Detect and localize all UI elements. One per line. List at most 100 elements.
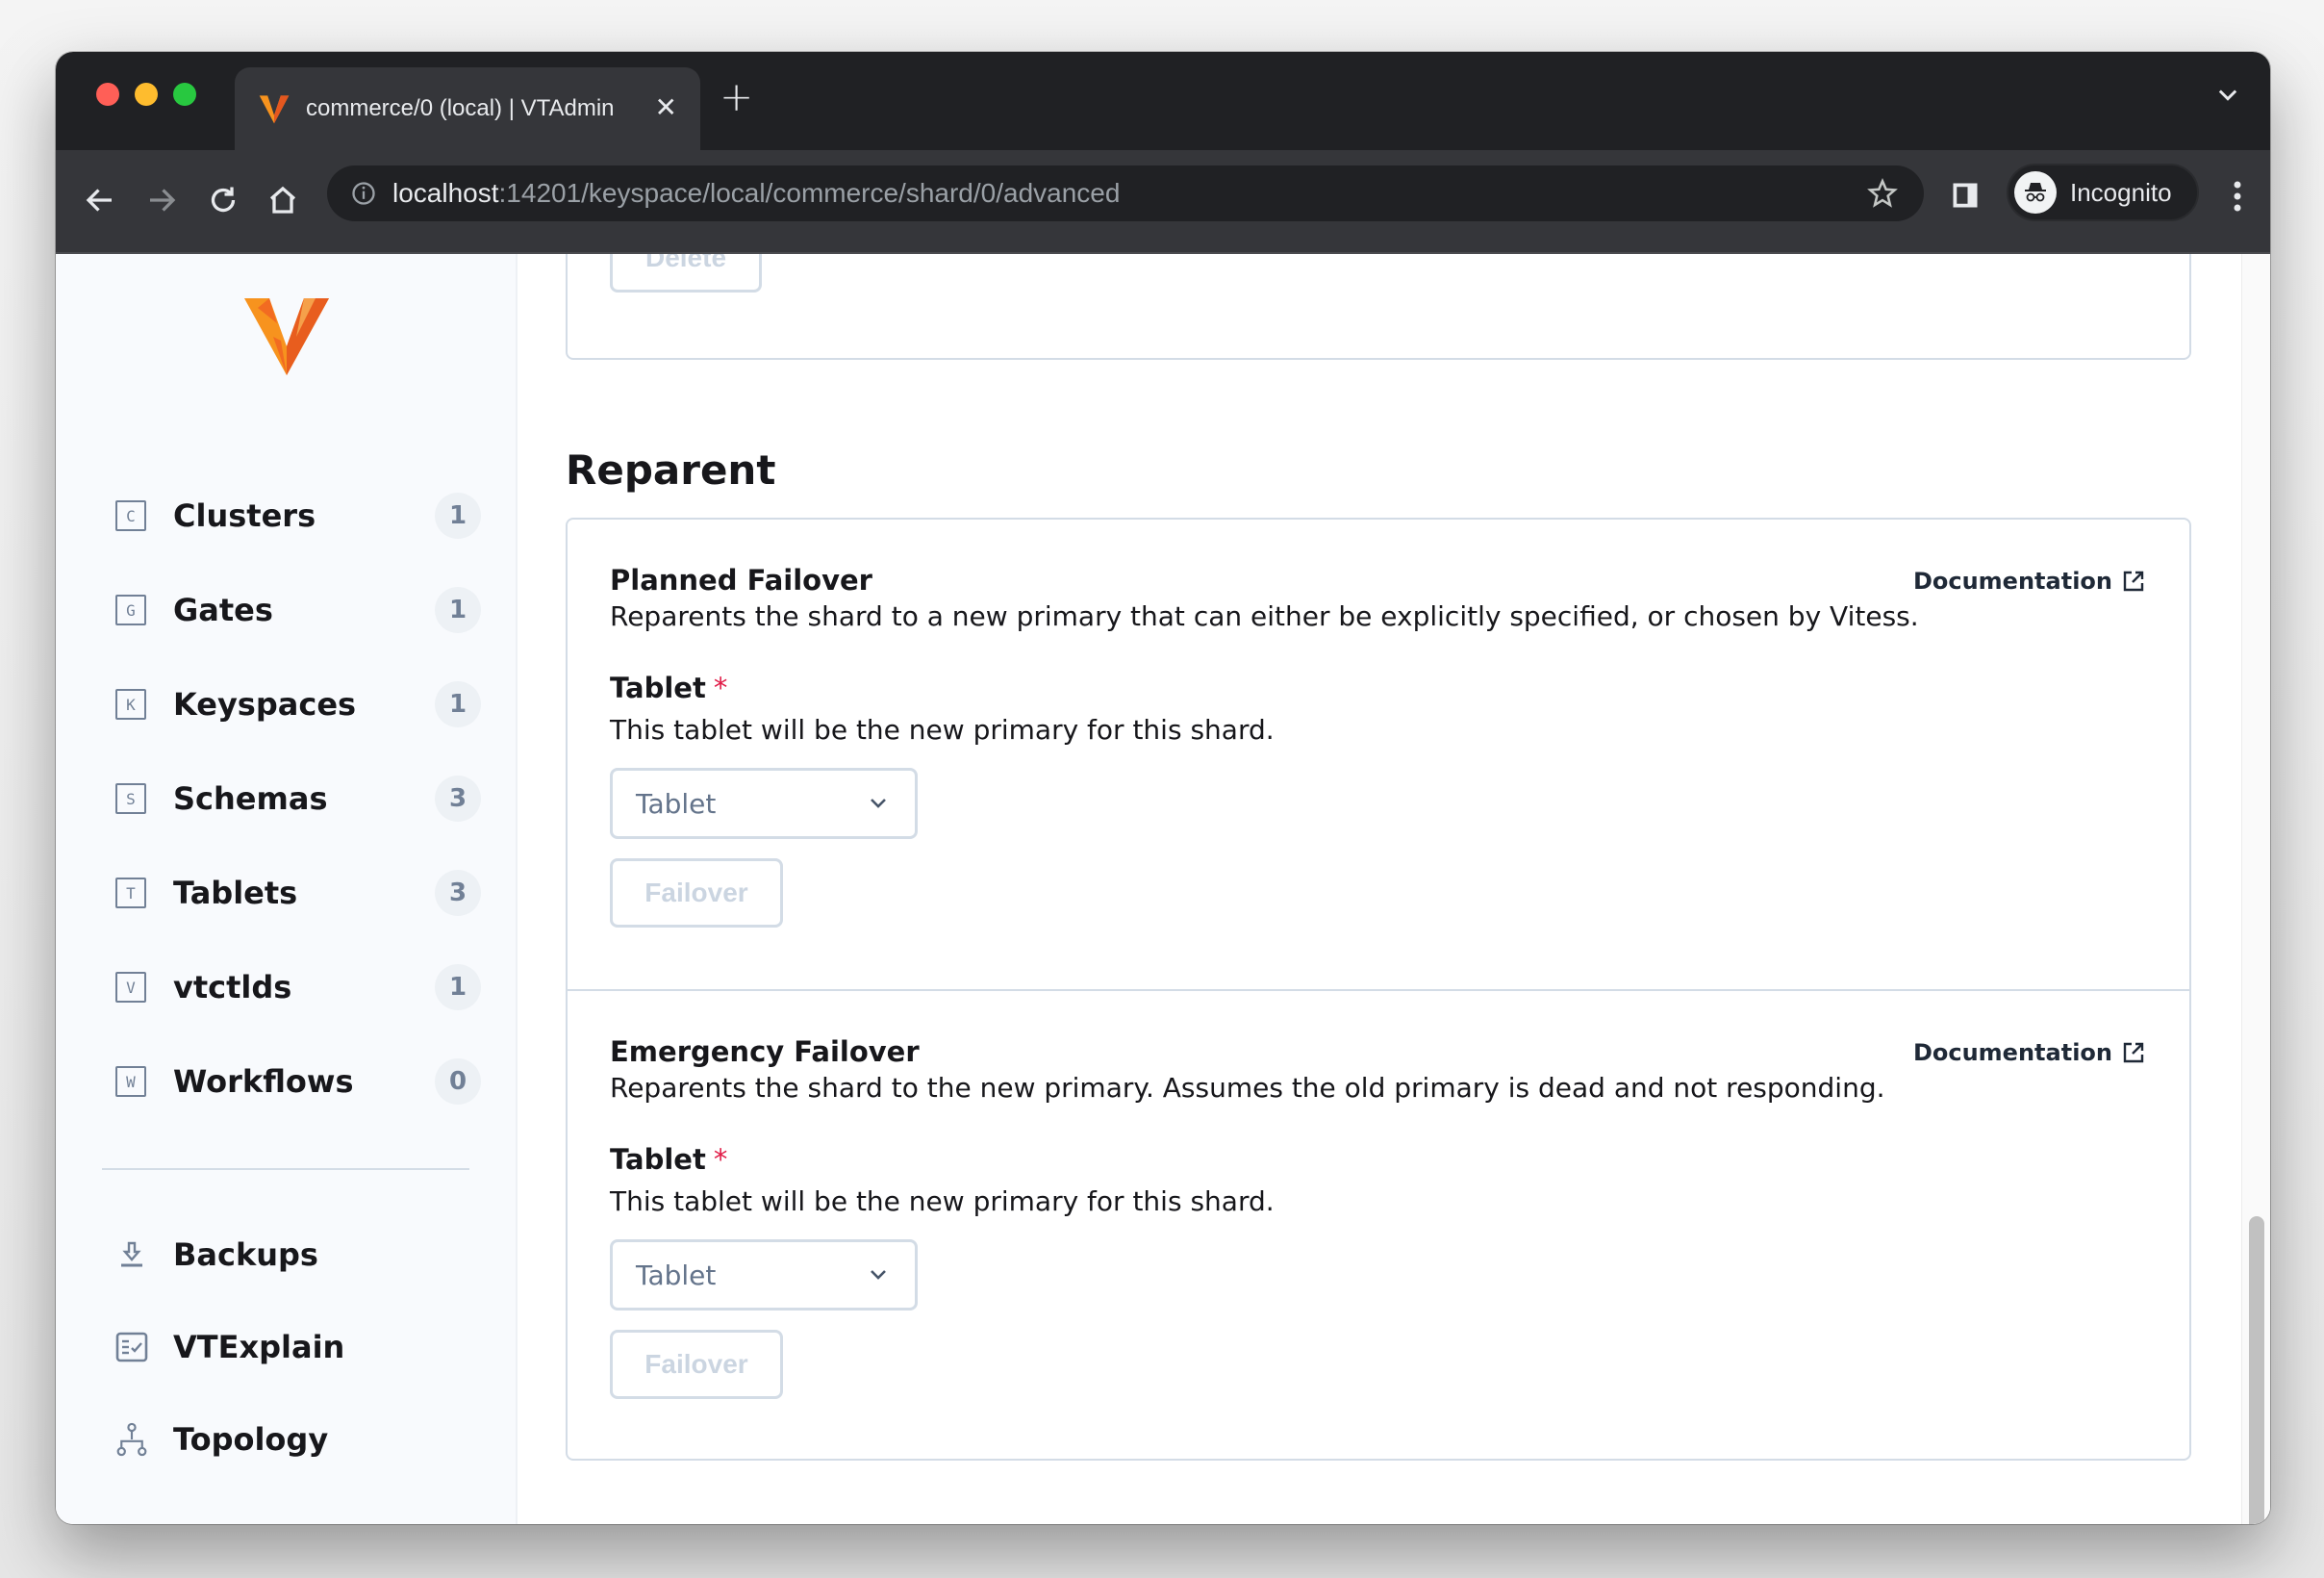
sidebar-item-backups[interactable]: Backups — [115, 1228, 481, 1282]
sidebar-item-label: Topology — [173, 1421, 329, 1458]
count-badge: 1 — [435, 493, 481, 539]
browser-toolbar: localhost:14201/keyspace/local/commerce/… — [56, 150, 2270, 254]
sidebar-item-gates[interactable]: G Gates 1 — [115, 583, 481, 637]
sidebar-item-label: Clusters — [173, 497, 316, 534]
required-indicator: * — [713, 672, 728, 704]
external-link-icon — [2123, 1042, 2144, 1063]
sidebar-item-vtexplain[interactable]: VTExplain — [115, 1320, 481, 1374]
count-badge: 1 — [435, 681, 481, 727]
chevron-down-icon — [871, 1270, 886, 1280]
planned-failover-panel: Planned Failover Documentation Reparents… — [568, 520, 2189, 989]
sidebar-item-topology[interactable]: Topology — [115, 1413, 481, 1466]
sidebar: C Clusters 1 G Gates 1 K Keyspaces 1 S S… — [56, 254, 518, 1524]
side-panel-icon[interactable] — [1951, 181, 1980, 210]
sidebar-item-label: vtctlds — [173, 969, 292, 1005]
emergency-failover-panel: Emergency Failover Documentation Reparen… — [568, 991, 2189, 1461]
keyspaces-icon: K — [115, 689, 146, 720]
arrow-right-icon[interactable] — [144, 183, 179, 217]
browser-window: commerce/0 (local) | VTAdmin ✕ + localho… — [56, 52, 2270, 1524]
plus-icon[interactable]: + — [720, 77, 753, 117]
panel-title: Planned Failover — [610, 564, 872, 597]
star-icon[interactable] — [1866, 177, 1899, 210]
info-icon[interactable] — [350, 180, 377, 207]
count-badge: 0 — [435, 1058, 481, 1105]
delete-card: Delete — [566, 254, 2191, 360]
gates-icon: G — [115, 595, 146, 625]
count-badge: 3 — [435, 776, 481, 822]
sidebar-item-label: Tablets — [173, 875, 298, 911]
count-badge: 1 — [435, 587, 481, 633]
vitess-logo-icon[interactable] — [244, 298, 329, 375]
scrollbar[interactable] — [2241, 254, 2270, 1524]
tablet-field-help: This tablet will be the new primary for … — [610, 1185, 1275, 1217]
kebab-menu-icon[interactable] — [2232, 179, 2243, 214]
delete-button[interactable]: Delete — [610, 254, 762, 293]
field-label-text: Tablet — [610, 672, 706, 704]
sidebar-item-label: Schemas — [173, 780, 328, 817]
vitess-favicon-icon — [259, 95, 290, 124]
minimize-window-button[interactable] — [135, 83, 158, 106]
tab-title: commerce/0 (local) | VTAdmin — [306, 95, 615, 121]
sidebar-item-label: Workflows — [173, 1063, 354, 1100]
documentation-link[interactable]: Documentation — [1913, 568, 2145, 595]
browser-tab-active[interactable]: commerce/0 (local) | VTAdmin ✕ — [235, 67, 700, 150]
failover-button[interactable]: Failover — [610, 1330, 783, 1399]
address-bar[interactable]: localhost:14201/keyspace/local/commerce/… — [327, 165, 1924, 221]
reload-icon[interactable] — [206, 183, 240, 217]
vtctlds-icon: V — [115, 972, 146, 1003]
main-content: Delete Reparent Planned Failover Documen… — [518, 254, 2241, 1524]
tablet-select-placeholder: Tablet — [636, 1259, 717, 1291]
sidebar-item-schemas[interactable]: S Schemas 3 — [115, 772, 481, 826]
download-icon — [115, 1238, 148, 1271]
sidebar-item-label: VTExplain — [173, 1329, 345, 1365]
documentation-link-label: Documentation — [1912, 1039, 2112, 1066]
clusters-icon: C — [115, 500, 146, 531]
topology-icon — [115, 1422, 148, 1457]
sidebar-item-workflows[interactable]: W Workflows 0 — [115, 1055, 481, 1108]
tablet-field-label: Tablet * — [610, 1143, 727, 1176]
checklist-icon — [115, 1331, 148, 1363]
count-badge: 3 — [435, 870, 481, 916]
scrollbar-thumb[interactable] — [2249, 1216, 2264, 1524]
sidebar-divider — [102, 1168, 469, 1170]
sidebar-item-label: Backups — [173, 1236, 318, 1273]
incognito-label: Incognito — [2070, 177, 2172, 207]
home-icon[interactable] — [265, 183, 300, 217]
tablet-select-placeholder: Tablet — [636, 787, 717, 820]
panel-description: Reparents the shard to a new primary tha… — [610, 600, 1919, 632]
documentation-link[interactable]: Documentation — [1913, 1039, 2145, 1066]
page-content: C Clusters 1 G Gates 1 K Keyspaces 1 S S… — [56, 254, 2270, 1524]
incognito-icon — [2014, 171, 2057, 214]
field-label-text: Tablet — [610, 1143, 706, 1176]
panel-description: Reparents the shard to the new primary. … — [610, 1072, 1885, 1104]
arrow-left-icon[interactable] — [83, 183, 117, 217]
tablets-icon: T — [115, 878, 146, 908]
external-link-icon — [2123, 571, 2144, 592]
url-text: localhost:14201/keyspace/local/commerce/… — [392, 178, 1121, 208]
incognito-profile-button[interactable]: Incognito — [2007, 164, 2199, 221]
workflows-icon: W — [115, 1066, 146, 1097]
section-title-reparent: Reparent — [566, 446, 776, 494]
reparent-card: Planned Failover Documentation Reparents… — [566, 518, 2191, 1461]
failover-button[interactable]: Failover — [610, 858, 783, 928]
tablet-field-label: Tablet * — [610, 672, 727, 704]
documentation-link-label: Documentation — [1912, 568, 2112, 595]
tab-strip: commerce/0 (local) | VTAdmin ✕ + — [56, 52, 2270, 150]
maximize-window-button[interactable] — [173, 83, 196, 106]
chevron-down-icon — [871, 799, 886, 808]
chevron-down-icon[interactable] — [2214, 81, 2241, 108]
sidebar-item-vtctlds[interactable]: V vtctlds 1 — [115, 960, 481, 1014]
count-badge: 1 — [435, 964, 481, 1010]
close-icon[interactable]: ✕ — [655, 94, 677, 121]
sidebar-item-keyspaces[interactable]: K Keyspaces 1 — [115, 677, 481, 731]
sidebar-item-label: Keyspaces — [173, 686, 357, 723]
close-window-button[interactable] — [96, 83, 119, 106]
schemas-icon: S — [115, 783, 146, 814]
sidebar-item-tablets[interactable]: T Tablets 3 — [115, 866, 481, 920]
sidebar-item-label: Gates — [173, 592, 273, 628]
tablet-field-help: This tablet will be the new primary for … — [610, 714, 1275, 746]
tablet-select[interactable]: Tablet — [610, 1239, 918, 1311]
tablet-select[interactable]: Tablet — [610, 768, 918, 839]
panel-title: Emergency Failover — [610, 1035, 920, 1068]
sidebar-item-clusters[interactable]: C Clusters 1 — [115, 489, 481, 543]
